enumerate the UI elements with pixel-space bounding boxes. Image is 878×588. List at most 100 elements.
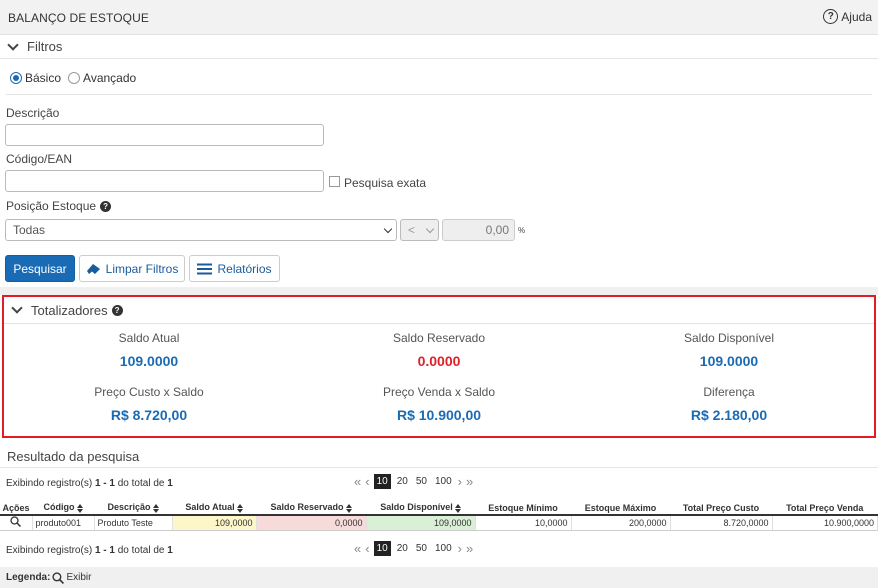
total-preco-venda: Preço Venda x Saldo R$ 10.900,00 [294,385,584,423]
code-input[interactable] [5,170,324,192]
exact-search-checkbox[interactable] [329,176,340,187]
col-total-preco-custo: Total Preço Custo [670,501,772,516]
chevron-down-icon [10,303,24,317]
col-descricao[interactable]: Descrição [94,501,172,516]
last-page-icon[interactable]: » [466,541,473,556]
records-info-top: Exibindo registro(s) 1 - 1 do total de 1 [6,478,173,489]
operator-select[interactable]: < [400,219,439,241]
page-title: BALANÇO DE ESTOQUE [8,11,149,25]
code-label: Código/EAN [6,152,73,166]
sort-icon [76,503,83,513]
page-size-20[interactable]: 20 [397,543,408,554]
results-title: Resultado da pesquisa [7,449,140,464]
cell-saldo-atual: 109,0000 [172,515,257,531]
help-icon: ? [823,9,839,24]
cell-estoque-maximo: 200,0000 [571,515,671,531]
divider [6,94,872,95]
page-size-10[interactable]: 10 [373,474,391,489]
stock-position-label: Posição Estoque [6,199,97,213]
total-label: Saldo Disponível [683,331,775,345]
divider [0,467,878,468]
col-saldo-reservado[interactable]: Saldo Reservado [256,501,366,516]
next-page-icon[interactable]: › [458,474,462,489]
search-icon [52,571,65,584]
col-acoes: Ações [0,501,32,516]
chevron-down-icon [425,224,435,234]
legend-label: Legenda: [6,572,51,583]
prev-page-icon[interactable]: ‹ [365,541,369,556]
menu-icon [197,263,213,274]
cell-estoque-minimo: 10,0000 [475,515,572,531]
page-size-100[interactable]: 100 [435,543,452,554]
col-total-preco-venda: Total Preço Venda [772,501,878,516]
stock-position-select[interactable]: Todas [5,219,397,241]
search-icon[interactable] [10,516,22,528]
col-saldo-disponivel[interactable]: Saldo Disponível [366,501,475,516]
section-divider [0,287,878,295]
page-size-50[interactable]: 50 [416,543,427,554]
results-table: Ações Código Descrição Saldo Atual Saldo… [0,501,878,531]
col-estoque-maximo: Estoque Máximo [571,501,670,516]
pager-bottom: « ‹ 10 20 50 100 › » [352,541,475,556]
next-page-icon[interactable]: › [458,541,462,556]
sort-icon [454,503,461,513]
reports-button[interactable]: Relatórios [189,255,280,282]
cell-total-preco-custo: 8.720,0000 [670,515,773,531]
first-page-icon[interactable]: « [354,474,361,489]
chevron-down-icon [383,224,393,234]
clear-filters-label: Limpar Filtros [105,261,179,276]
total-saldo-disponivel: Saldo Disponível 109.0000 [584,331,874,369]
totals-title: Totalizadores [31,302,108,318]
page-header: BALANÇO DE ESTOQUE ? Ajuda [0,0,878,35]
pager-top: « ‹ 10 20 50 100 › » [352,474,475,489]
radio-basic[interactable] [10,72,22,84]
prev-page-icon[interactable]: ‹ [365,474,369,489]
sort-icon [236,503,243,513]
total-label: Preço Custo x Saldo [94,385,204,399]
cell-codigo: produto001 [32,515,95,531]
chevron-down-icon [6,40,20,54]
filters-toggle[interactable]: Filtros [0,35,878,59]
reports-label: Relatórios [217,261,272,276]
operator-value: < [408,223,416,237]
legend-view-label: Exibir [66,572,92,583]
first-page-icon[interactable]: « [354,541,361,556]
page-size-10[interactable]: 10 [373,541,391,556]
percent-unit: % [518,226,526,235]
totals-toggle[interactable]: Totalizadores ? [4,297,874,324]
percent-input[interactable]: 0,00 [442,219,515,241]
description-input[interactable] [5,124,324,146]
filters-title: Filtros [27,39,63,54]
table-row: produto001 Produto Teste 109,0000 0,0000… [0,515,878,531]
cell-total-preco-venda: 10.900,0000 [772,515,878,531]
cell-saldo-reservado: 0,0000 [256,515,367,531]
legend-bar: Legenda: Exibir [0,567,878,588]
col-saldo-atual[interactable]: Saldo Atual [172,501,256,516]
col-codigo[interactable]: Código [32,501,94,516]
total-label: Preço Venda x Saldo [382,385,496,399]
total-label: Saldo Reservado [392,331,486,345]
question-icon[interactable]: ? [100,200,112,212]
question-icon[interactable]: ? [111,304,123,316]
search-mode-group: Básico Avançado [10,71,136,85]
help-link[interactable]: ? Ajuda [823,9,872,24]
total-label: Diferença [703,385,755,399]
page-size-50[interactable]: 50 [416,476,427,487]
last-page-icon[interactable]: » [466,474,473,489]
total-diferenca: Diferença R$ 2.180,00 [584,385,874,423]
total-preco-custo: Preço Custo x Saldo R$ 8.720,00 [4,385,294,423]
radio-advanced[interactable] [68,72,81,84]
description-label: Descrição [6,106,60,120]
eraser-icon [86,263,100,274]
page-size-20[interactable]: 20 [397,476,408,487]
row-actions [0,515,33,531]
total-value: R$ 8.720,00 [110,407,188,423]
exact-search-label: Pesquisa exata [344,176,427,190]
sort-icon [345,503,352,513]
sort-icon [152,503,159,513]
clear-filters-button[interactable]: Limpar Filtros [79,255,185,282]
totals-panel: Totalizadores ? Saldo Atual 109.0000 Sal… [2,295,876,438]
page-size-100[interactable]: 100 [435,476,452,487]
search-button[interactable]: Pesquisar [5,255,75,282]
stock-position-label-row: Posição Estoque ? [6,199,112,213]
